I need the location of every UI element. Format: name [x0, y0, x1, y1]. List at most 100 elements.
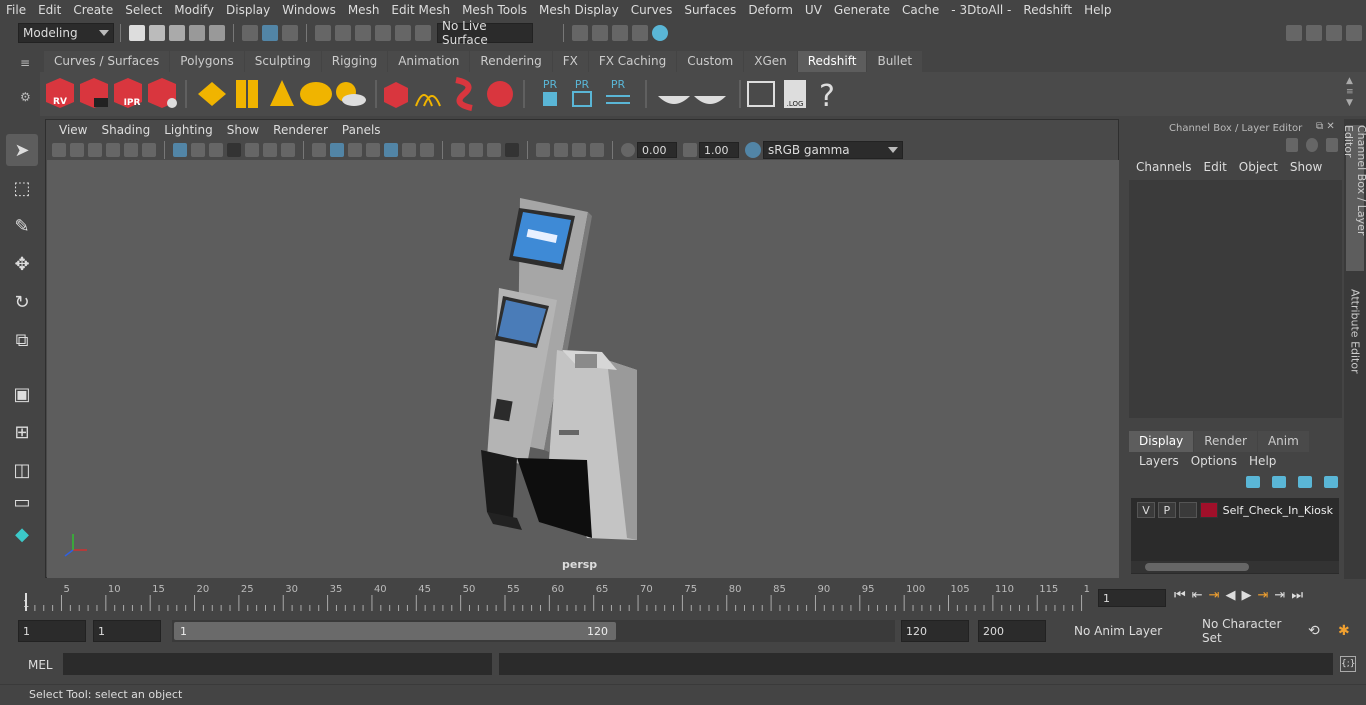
- command-input[interactable]: [63, 653, 492, 675]
- motion-blur-icon[interactable]: [451, 143, 465, 157]
- resolution-gate-icon[interactable]: [209, 143, 223, 157]
- snap-surface-icon[interactable]: [395, 25, 411, 41]
- menu-help[interactable]: Help: [1078, 3, 1117, 17]
- move-layer-up-icon[interactable]: [1246, 476, 1260, 488]
- ipr-render-icon[interactable]: IPR: [114, 78, 142, 108]
- script-editor-icon[interactable]: {;}: [1340, 656, 1356, 672]
- step-forward-frame-icon[interactable]: ⇥: [1258, 588, 1269, 603]
- go-to-start-icon[interactable]: ⏮: [1174, 588, 1186, 603]
- exposure-icon[interactable]: [621, 143, 635, 157]
- start-time-field[interactable]: 1: [18, 620, 86, 642]
- use-all-lights-icon[interactable]: [384, 143, 398, 157]
- new-layer-selected-icon[interactable]: [1324, 476, 1338, 488]
- scrollbar-thumb[interactable]: [1145, 563, 1249, 571]
- time-slider[interactable]: 5 10 15 20 25 30 35 40 45 50 55 60 65 70 75 80 85 90 95 100…: [18, 581, 1090, 611]
- script-editor-icon[interactable]: [747, 81, 775, 107]
- portal-light-icon[interactable]: [236, 80, 258, 108]
- volume-icon[interactable]: [455, 77, 473, 111]
- xray-components-icon[interactable]: [572, 143, 586, 157]
- character-set-selector[interactable]: No Character Set: [1180, 617, 1300, 645]
- hair-icon[interactable]: [415, 94, 441, 107]
- step-forward-key-icon[interactable]: ⇥: [1274, 588, 1285, 603]
- layout-quad-icon[interactable]: ⊞: [6, 416, 38, 448]
- layer-visibility-toggle[interactable]: V: [1137, 502, 1155, 518]
- hypershade-icon[interactable]: [652, 25, 668, 41]
- snap-grid-icon[interactable]: [315, 25, 331, 41]
- go-to-end-icon[interactable]: ⏭: [1291, 588, 1303, 603]
- sun-sky-icon[interactable]: [336, 82, 366, 106]
- snap-curve-icon[interactable]: [335, 25, 351, 41]
- tab-channel-box[interactable]: Channel Box / Layer Editor: [1342, 125, 1366, 271]
- layer-playback-toggle[interactable]: P: [1157, 502, 1176, 518]
- move-layer-down-icon[interactable]: [1272, 476, 1286, 488]
- select-object-icon[interactable]: [262, 25, 278, 41]
- menu-mesh-tools[interactable]: Mesh Tools: [456, 3, 533, 17]
- grid-icon[interactable]: [173, 143, 187, 157]
- image-plane-icon[interactable]: [106, 143, 120, 157]
- shelf-tab-rendering[interactable]: Rendering: [470, 51, 552, 72]
- render-frame-icon[interactable]: [592, 25, 608, 41]
- step-back-key-icon[interactable]: ⇤: [1192, 588, 1203, 603]
- viewport-menu-lighting[interactable]: Lighting: [157, 123, 220, 137]
- dome-light-icon[interactable]: [300, 82, 332, 106]
- menu-uv[interactable]: UV: [799, 3, 828, 17]
- gamma-icon[interactable]: [683, 143, 697, 157]
- play-backwards-icon[interactable]: ◀: [1226, 588, 1236, 603]
- shelf-settings-icon[interactable]: ⚙: [20, 90, 34, 104]
- color-management-icon[interactable]: [745, 142, 761, 158]
- ipr-render-icon[interactable]: [612, 25, 628, 41]
- textured-icon[interactable]: [366, 143, 380, 157]
- select-component-icon[interactable]: [282, 25, 298, 41]
- menu-redshift[interactable]: Redshift: [1017, 3, 1078, 17]
- layer-name[interactable]: Self_Check_In_Kiosk: [1223, 504, 1333, 517]
- viewport-menu-show[interactable]: Show: [220, 123, 266, 137]
- live-surface-field[interactable]: No Live Surface: [437, 19, 533, 47]
- viewport-menu-panels[interactable]: Panels: [335, 123, 388, 137]
- channel-menu-object[interactable]: Object: [1233, 160, 1284, 174]
- layer-display-type[interactable]: [1178, 502, 1197, 518]
- safe-title-icon[interactable]: [281, 143, 295, 157]
- paint-select-icon[interactable]: ✎: [6, 210, 38, 242]
- workspace-icon[interactable]: [1286, 25, 1302, 41]
- spot-light-icon[interactable]: [270, 80, 294, 106]
- layer-scrollbar[interactable]: [1131, 561, 1339, 573]
- channel-box-area[interactable]: [1129, 180, 1342, 418]
- layout-single-icon[interactable]: ▭: [6, 492, 38, 513]
- open-scene-icon[interactable]: [149, 25, 165, 41]
- layer-tab-anim[interactable]: Anim: [1257, 431, 1309, 452]
- new-scene-icon[interactable]: [129, 25, 145, 41]
- render-sequence-icon[interactable]: [80, 78, 108, 108]
- scale-tool-icon[interactable]: ⧉: [6, 324, 38, 356]
- ambient-occlusion-icon[interactable]: [420, 143, 434, 157]
- material-dish-icon[interactable]: [694, 96, 726, 104]
- undo-icon[interactable]: [189, 25, 205, 41]
- menu-modify[interactable]: Modify: [168, 3, 220, 17]
- two-d-pan-icon[interactable]: [124, 143, 138, 157]
- wireframe-icon[interactable]: [312, 143, 326, 157]
- menu-select[interactable]: Select: [119, 3, 168, 17]
- xray-icon[interactable]: [536, 143, 550, 157]
- render-settings-icon[interactable]: [572, 25, 588, 41]
- depth-of-field-icon[interactable]: [487, 143, 501, 157]
- shelf-tab-bullet[interactable]: Bullet: [867, 51, 923, 72]
- attribute-editor-icon[interactable]: [1326, 25, 1342, 41]
- shadows-icon[interactable]: [402, 143, 416, 157]
- viewport-menu-shading[interactable]: Shading: [94, 123, 157, 137]
- sphere-icon[interactable]: [487, 81, 513, 107]
- kiosk-model[interactable]: [47, 160, 1119, 578]
- proxy-icon[interactable]: [384, 82, 408, 108]
- mel-label[interactable]: MEL: [28, 658, 53, 672]
- rotate-tool-icon[interactable]: ↻: [6, 286, 38, 318]
- channel-menu-channels[interactable]: Channels: [1130, 160, 1198, 174]
- mode-selector[interactable]: Modeling: [18, 23, 114, 43]
- layer-tab-display[interactable]: Display: [1129, 431, 1194, 452]
- camera-icon[interactable]: [52, 143, 66, 157]
- shelf-tab-sculpting[interactable]: Sculpting: [244, 51, 321, 72]
- panel-float-close-icon[interactable]: ⧉ ✕: [1316, 121, 1335, 132]
- menu-curves[interactable]: Curves: [625, 3, 679, 17]
- layer-color-swatch[interactable]: [1199, 502, 1218, 518]
- key-icon[interactable]: [1326, 138, 1338, 152]
- menu-create[interactable]: Create: [67, 3, 119, 17]
- layer-menu-layers[interactable]: Layers: [1133, 454, 1185, 468]
- channel-menu-edit[interactable]: Edit: [1198, 160, 1233, 174]
